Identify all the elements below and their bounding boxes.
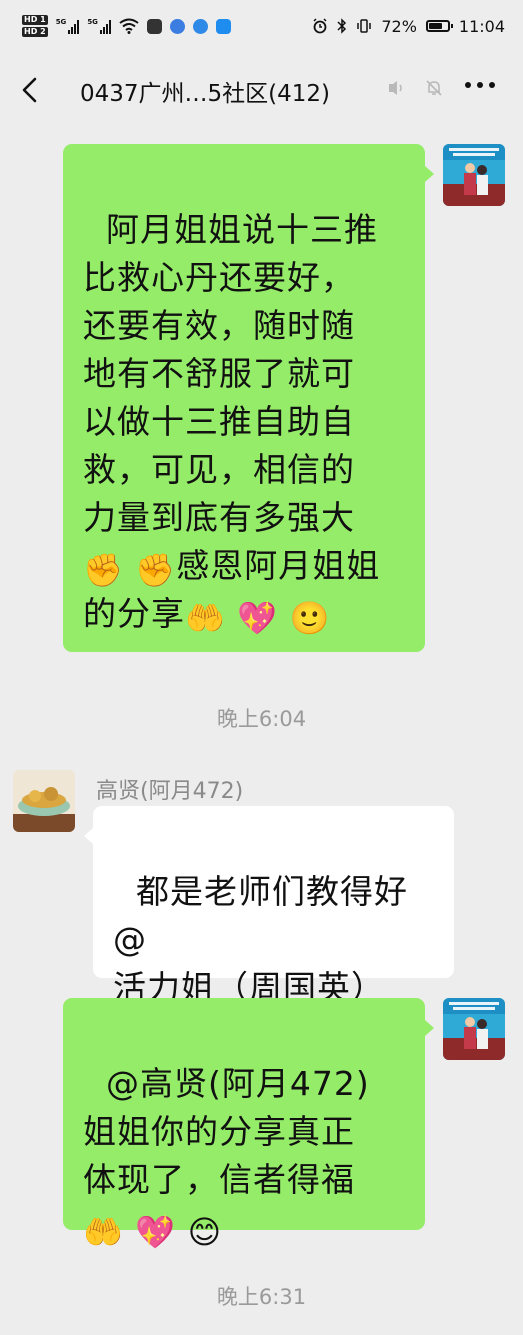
bluetooth-icon (337, 18, 347, 34)
message-bubble-other[interactable]: 都是老师们教得好@ 活力姐（周国英） 谢谢你们🙏🌹 🌹 🌹 (93, 806, 454, 1107)
message-bubble-self[interactable]: 阿月姐姐说十三推 比救心丹还要好， 还要有效，随时随 地有不舒服了就可 以做十三… (63, 144, 425, 652)
status-left: HD 1 HD 2 5G 5G (22, 15, 231, 37)
message-text: 阿月姐姐说十三推 比救心丹还要好， 还要有效，随时随 地有不舒服了就可 以做十三… (83, 210, 378, 537)
sender-name: 高贤(阿月472) (96, 779, 244, 804)
hd2-badge: HD 2 (22, 27, 48, 37)
message-text-line: 感恩阿月姐姐 (176, 546, 381, 585)
timestamp: 晚上6:04 (216, 707, 307, 731)
bubble-tail (425, 1020, 434, 1036)
sparkling-heart-emoji: 💖 (135, 1213, 177, 1251)
clock: 11:04 (458, 16, 505, 36)
message-bubble-self[interactable]: @高贤(阿月472) 姐姐你的分享真正 体现了，信者得福 🤲 💖 😊 (63, 998, 425, 1251)
mute-bell-icon (426, 80, 442, 96)
more-options-icon[interactable] (465, 82, 495, 88)
smiling-face-emoji: 😊 (187, 1213, 223, 1251)
avatar-self[interactable] (443, 144, 505, 206)
status-right: 72% 11:04 (312, 17, 505, 36)
timestamp: 晚上6:31 (216, 1285, 307, 1309)
network-type-label: 5G (55, 18, 67, 26)
wifi-icon (119, 18, 139, 34)
signal-icon: 5G (56, 18, 80, 34)
message-app-icon (146, 18, 162, 34)
network-type-label-2: 5G (87, 18, 98, 26)
chat-title[interactable]: 0437广州…5社区(412) (80, 74, 330, 108)
vibrate-icon (357, 19, 372, 33)
signal-icon-2: 5G (87, 18, 111, 34)
smile-emoji: 🙂 (289, 599, 331, 637)
music-app-icon (192, 18, 208, 34)
alarm-icon (313, 18, 327, 34)
battery-icon (425, 20, 453, 32)
avatar-sender[interactable] (13, 770, 75, 832)
raised-fist-emoji: ✊ (83, 551, 124, 589)
back-icon[interactable] (18, 76, 42, 104)
nav-status-icons (386, 78, 444, 98)
bubble-tail (425, 166, 434, 182)
message-text: @高贤(阿月472) 姐姐你的分享真正 体现了，信者得福 (83, 1064, 370, 1199)
hd-indicators: HD 1 HD 2 (22, 15, 48, 37)
palms-up-emoji: 🤲 (83, 1213, 124, 1251)
message-text-line: 的分享 (83, 594, 185, 633)
browser-app-icon (169, 18, 185, 34)
chat-header: 0437广州…5社区(412) (0, 52, 523, 128)
chat-app-icon (215, 18, 231, 34)
raised-fist-emoji: ✊ (135, 551, 177, 589)
avatar-self[interactable] (443, 998, 505, 1060)
hd1-badge: HD 1 (22, 15, 48, 25)
battery-percent: 72% (381, 16, 417, 36)
bubble-tail (84, 828, 93, 844)
palms-up-emoji: 🤲 (185, 599, 226, 637)
status-bar: HD 1 HD 2 5G 5G 72% 11:04 (0, 0, 523, 52)
sparkling-heart-emoji: 💖 (237, 599, 279, 637)
earpiece-mode-icon (389, 81, 402, 95)
